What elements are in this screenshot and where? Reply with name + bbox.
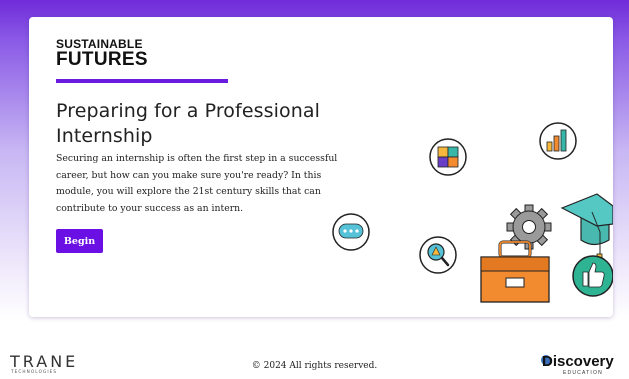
brand-line-2: FUTURES: [56, 49, 148, 70]
discovery-education-logo: Discovery EDUCATION: [537, 350, 627, 379]
brand-underline: [56, 79, 228, 83]
content-card: SUSTAINABLE FUTURES Preparing for a Prof…: [29, 17, 613, 317]
graduation-cap-icon: [560, 193, 613, 265]
copyright-text: © 2024 All rights reserved.: [251, 361, 378, 371]
begin-button[interactable]: Begin: [56, 229, 103, 253]
thumbs-up-icon: [572, 255, 613, 297]
discovery-logo-text: Discovery: [542, 353, 614, 370]
bar-chart-icon: [539, 122, 577, 160]
illustration: [332, 122, 613, 303]
discovery-logo-subtext: EDUCATION: [563, 370, 603, 376]
intro-text: Securing an internship is often the firs…: [56, 153, 338, 214]
briefcase-icon: [480, 240, 550, 303]
brand-logo: SUSTAINABLE FUTURES: [56, 38, 148, 70]
magnifier-warning-icon: [419, 236, 457, 274]
page-title: Preparing for a Professional Internship: [56, 100, 320, 147]
puzzle-icon: [429, 138, 467, 176]
chat-bubble-icon: [332, 213, 370, 251]
